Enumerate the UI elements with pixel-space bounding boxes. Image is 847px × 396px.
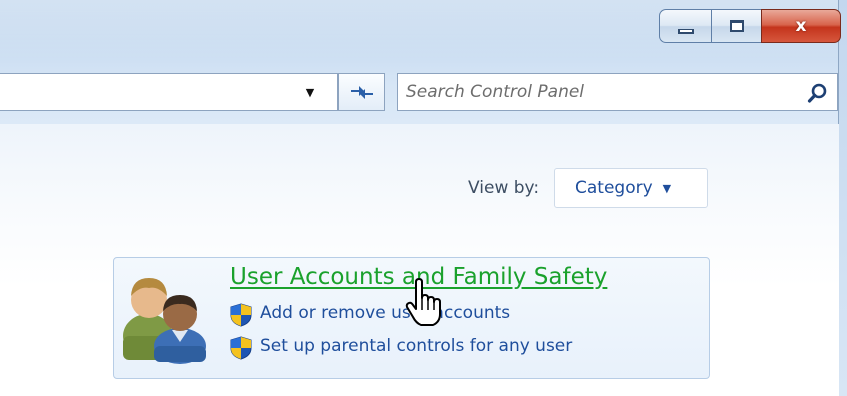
view-by-label: View by: [468, 178, 540, 198]
caption-buttons: x [659, 9, 841, 45]
maximize-icon [729, 20, 744, 32]
chevron-down-icon[interactable]: ▼ [302, 84, 318, 100]
minimize-icon [677, 28, 694, 34]
close-button[interactable]: x [761, 9, 841, 43]
close-icon: x [795, 16, 807, 36]
search-icon[interactable] [807, 82, 829, 104]
chevron-down-icon: ▼ [662, 181, 672, 195]
shield-icon [230, 336, 252, 360]
search-box[interactable] [397, 73, 838, 111]
address-bar[interactable]: ▼ [0, 73, 338, 111]
hand-cursor-icon [405, 278, 441, 326]
shield-icon [230, 303, 252, 327]
refresh-icon [350, 86, 373, 99]
parental-controls-link[interactable]: Set up parental controls for any user [260, 336, 572, 356]
view-by-selected: Category [575, 178, 653, 198]
refresh-button[interactable] [338, 73, 385, 111]
minimize-button[interactable] [659, 9, 711, 43]
maximize-button[interactable] [711, 9, 761, 43]
view-by-dropdown[interactable]: Category ▼ [554, 168, 708, 208]
search-input[interactable] [406, 80, 796, 104]
users-icon[interactable] [118, 264, 222, 364]
window-right-border [838, 0, 847, 396]
add-remove-accounts-link[interactable]: Add or remove user accounts [260, 303, 510, 323]
